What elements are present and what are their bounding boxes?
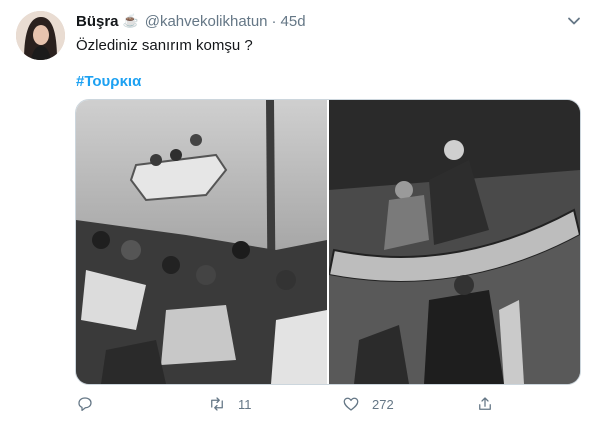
share-icon bbox=[479, 397, 491, 410]
avatar[interactable] bbox=[16, 11, 65, 60]
heart-icon bbox=[343, 397, 359, 411]
retweet-icon bbox=[211, 397, 223, 411]
author-handle[interactable]: @kahvekolikhatun bbox=[145, 13, 268, 30]
like-button[interactable]: 272 bbox=[342, 393, 394, 415]
coffee-emoji: ☕ bbox=[122, 13, 139, 28]
reply-button[interactable] bbox=[76, 393, 106, 415]
like-count: 272 bbox=[372, 396, 394, 412]
tweet-text: Özlediniz sanırım komşu ? bbox=[76, 37, 253, 54]
photo-boat-people-icon[interactable] bbox=[329, 100, 580, 384]
tweet-media bbox=[75, 99, 581, 385]
reply-icon bbox=[78, 397, 92, 412]
author-name[interactable]: Büşra bbox=[76, 13, 119, 30]
tweet[interactable]: Büşra ☕ @kahvekolikhatun · 45d Özlediniz… bbox=[0, 0, 600, 428]
share-button[interactable] bbox=[476, 393, 494, 415]
retweet-count: 11 bbox=[238, 396, 252, 412]
tweet-actions: 11 272 bbox=[76, 393, 506, 415]
tweet-timestamp[interactable]: 45d bbox=[281, 13, 306, 30]
tweet-header: Büşra ☕ @kahvekolikhatun · 45d bbox=[76, 11, 306, 31]
retweet-button[interactable]: 11 bbox=[208, 393, 252, 415]
chevron-down-icon[interactable] bbox=[566, 13, 582, 29]
hashtag-link[interactable]: #Τουρκια bbox=[76, 73, 141, 90]
photo-boats-crowd-icon[interactable] bbox=[76, 100, 327, 384]
separator-dot: · bbox=[271, 12, 277, 30]
